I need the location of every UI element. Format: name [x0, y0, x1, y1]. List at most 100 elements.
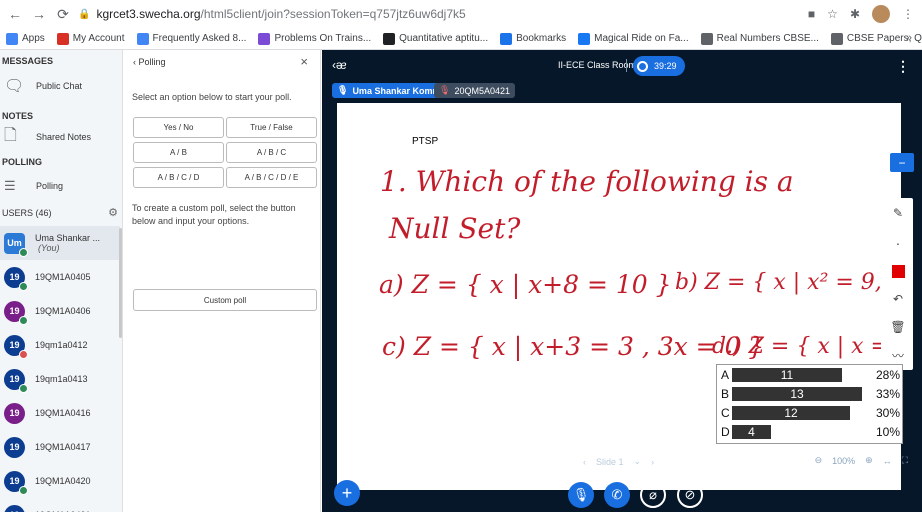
forward-arrow-icon[interactable]: →	[30, 5, 48, 23]
handwriting-line: Null Set?	[388, 212, 521, 245]
user-name-text: 19QM1A0420	[35, 476, 91, 486]
color-picker[interactable]	[889, 262, 907, 280]
camera-blocked-icon[interactable]: ■	[808, 7, 815, 21]
bookmark-star-icon[interactable]: ☆	[827, 7, 838, 21]
shared-notes-item[interactable]: 🗋 Shared Notes	[0, 123, 122, 151]
poll-result-option: A	[721, 368, 730, 382]
bookmark-label: Frequently Asked 8...	[152, 33, 247, 44]
poll-option-abc[interactable]: A / B / C	[226, 142, 317, 163]
fit-width-icon[interactable]: ↔	[883, 456, 892, 466]
recording-timer[interactable]: 39:29	[633, 56, 685, 76]
user-name: Uma Shankar ...(You)	[35, 233, 120, 253]
more-bookmarks-icon[interactable]: »	[906, 32, 912, 44]
chrome-menu-icon[interactable]: ⋮	[902, 7, 914, 21]
account-icon	[56, 32, 69, 45]
profile-avatar[interactable]	[872, 5, 890, 23]
screen-share-off-button[interactable]: ⊘	[677, 482, 703, 508]
user-name-text: Uma Shankar ...	[35, 233, 101, 243]
poll-instruction: Select an option below to start your pol…	[132, 92, 292, 102]
previous-slide-icon[interactable]: ‹	[583, 457, 586, 467]
audio-status-icon	[19, 349, 28, 359]
poll-result-votes: 13	[790, 387, 804, 401]
actions-plus-button[interactable]: +	[334, 480, 360, 506]
talking-indicator-muted[interactable]: 🎙 20QM5A0421	[434, 83, 515, 98]
poll-result-votes: 12	[784, 406, 798, 420]
fullscreen-icon[interactable]: ⛶	[902, 455, 908, 466]
bookmark-item[interactable]: My Account	[56, 32, 125, 45]
audio-status-icon	[19, 485, 28, 495]
minimize-presentation-button[interactable]: −	[890, 153, 914, 172]
bookmark-item[interactable]: Frequently Asked 8...	[136, 32, 247, 45]
user-list-item[interactable]: 19 19QM1A0420	[0, 464, 120, 498]
bookmark-label: My Account	[72, 33, 125, 44]
user-name-text: 19QM1A0416	[35, 408, 91, 418]
zoom-in-icon[interactable]: ⊕	[865, 455, 873, 466]
audio-status-icon	[19, 383, 28, 393]
audio-status-icon	[19, 247, 28, 257]
google-icon	[136, 32, 149, 45]
poll-option-ab[interactable]: A / B	[133, 142, 224, 163]
polling-panel: ‹ Polling × Select an option below to st…	[123, 50, 321, 512]
user-list-item[interactable]: 19 19qm1a0412	[0, 328, 120, 362]
avatar-initials: 19	[9, 408, 20, 418]
url-field[interactable]: 🔒 kgrcet3.swecha.org/html5client/join?se…	[78, 7, 466, 21]
site-icon	[258, 32, 271, 45]
extensions-icon[interactable]: ✱	[850, 7, 860, 21]
poll-option-yes-no[interactable]: Yes / No	[133, 117, 224, 138]
user-list-item[interactable]: 1919QM1A0421	[0, 498, 120, 512]
avatar: 19	[4, 402, 25, 424]
user-name: 19qm1a0412	[35, 340, 88, 350]
avatar-initials: Um	[7, 238, 22, 248]
chevron-down-icon[interactable]: ⌄	[634, 456, 642, 467]
bookmark-item[interactable]: Problems On Trains...	[258, 32, 371, 45]
scrollbar[interactable]	[119, 228, 122, 338]
handwriting-line: c) Z = { x | x+3 = 3 , 3x = 0 }	[382, 332, 764, 362]
custom-poll-button[interactable]: Custom poll	[133, 289, 317, 311]
bookmarks-bar: Apps My Account Frequently Asked 8... Probl…	[0, 28, 922, 50]
next-slide-icon[interactable]: ›	[651, 457, 654, 467]
avatar-initials: 19	[9, 442, 20, 452]
polling-item[interactable]: ☰ Polling	[0, 172, 122, 200]
back-arrow-icon[interactable]: ←	[6, 5, 24, 23]
slide-selector[interactable]: Slide 1	[596, 457, 624, 467]
user-list-item[interactable]: 19 19QM1A0406	[0, 294, 120, 328]
user-list-item[interactable]: Um Uma Shankar ...(You)	[0, 226, 120, 260]
polling-back-link[interactable]: ‹ Polling	[133, 57, 166, 67]
poll-option-true-false[interactable]: True / False	[226, 117, 317, 138]
multi-user-icon[interactable]: 〰	[889, 346, 907, 364]
public-chat-item[interactable]: 🗨 Public Chat	[0, 72, 122, 100]
lock-icon: 🔒	[78, 8, 91, 20]
leave-audio-button[interactable]: ✆	[604, 482, 630, 508]
undo-icon[interactable]: ↶	[889, 290, 907, 308]
avatar: 19	[4, 334, 28, 359]
avatar: 19	[4, 470, 28, 495]
hide-panel-icon[interactable]: ‹ᴂ	[332, 58, 347, 72]
close-icon[interactable]: ×	[300, 54, 308, 69]
user-list-item[interactable]: 19 19QM1A0405	[0, 260, 120, 294]
microphone-icon: 🎙	[337, 85, 349, 95]
options-menu-icon[interactable]: ⋮	[896, 58, 910, 75]
zoom-out-icon[interactable]: ⊖	[815, 455, 823, 466]
pencil-icon[interactable]: ✎	[889, 204, 907, 222]
camera-off-button[interactable]: ⌀	[640, 482, 666, 508]
trash-icon[interactable]: 🗑	[889, 318, 907, 336]
chat-bubble-icon: 🗨	[4, 78, 25, 95]
user-list-item[interactable]: 19 19QM1A0417	[0, 430, 120, 464]
bookmark-item[interactable]: Apps	[6, 32, 45, 45]
bookmark-item[interactable]: Bookmarks	[500, 32, 566, 45]
poll-option-abcde[interactable]: A / B / C / D / E	[226, 167, 317, 188]
messages-header: MESSAGES	[2, 56, 54, 66]
bookmark-item[interactable]: Magical Ride on Fa...	[578, 32, 689, 45]
user-list-item[interactable]: 19 19qm1a0413	[0, 362, 120, 396]
microphone-button[interactable]: 🎙	[568, 482, 594, 508]
poll-option-abcd[interactable]: A / B / C / D	[133, 167, 224, 188]
avatar-initials: 19	[9, 340, 20, 350]
user-list-item[interactable]: 19 19QM1A0416	[0, 396, 120, 430]
thickness-icon[interactable]: ·	[889, 234, 907, 252]
gear-icon[interactable]: ⚙	[108, 206, 118, 219]
user-name-text: 19QM1A0405	[35, 272, 91, 282]
bookmark-item[interactable]: Quantitative aptitu...	[383, 32, 488, 45]
user-name: 19QM1A0405	[35, 272, 91, 282]
reload-icon[interactable]: ⟳	[54, 5, 72, 23]
bookmark-item[interactable]: Real Numbers CBSE...	[700, 32, 819, 45]
